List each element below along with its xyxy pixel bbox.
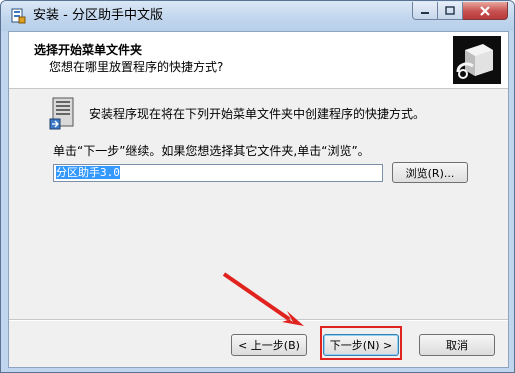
installer-app-icon xyxy=(11,8,26,24)
wizard-header: 选择开始菜单文件夹 您想在哪里放置程序的快捷方式? xyxy=(9,32,508,89)
installer-window: 安装 - 分区助手中文版 选择开始菜单文件夹 您想在哪里放置程序的快捷方式? 安… xyxy=(0,0,515,373)
next-button-highlight-box xyxy=(320,326,402,360)
wizard-header-image xyxy=(453,36,501,84)
browse-button[interactable]: 浏览(R)... xyxy=(392,162,468,183)
back-button[interactable]: < 上一步(B) xyxy=(231,334,307,356)
maximize-icon xyxy=(445,6,455,15)
instruction-text: 单击“下一步”继续。如果您想选择其它文件夹,单击“浏览”。 xyxy=(53,144,370,158)
window-controls xyxy=(412,2,508,21)
minimize-icon xyxy=(421,11,429,14)
start-menu-folder-input[interactable]: 分区助手3.0 xyxy=(53,164,383,182)
cancel-button[interactable]: 取消 xyxy=(419,334,495,356)
wizard-content: 选择开始菜单文件夹 您想在哪里放置程序的快捷方式? 安装程序现在将在下列开始菜单… xyxy=(8,31,509,368)
title-bar[interactable]: 安装 - 分区助手中文版 xyxy=(1,1,514,31)
page-subtitle: 您想在哪里放置程序的快捷方式? xyxy=(49,60,224,74)
maximize-button[interactable] xyxy=(438,2,463,20)
page-title: 选择开始菜单文件夹 xyxy=(34,43,143,57)
close-icon xyxy=(480,5,490,16)
close-button[interactable] xyxy=(463,2,508,20)
program-folder-icon xyxy=(49,97,74,130)
window-title: 安装 - 分区助手中文版 xyxy=(33,8,163,23)
description-text: 安装程序现在将在下列开始菜单文件夹中创建程序的快捷方式。 xyxy=(89,107,426,121)
minimize-button[interactable] xyxy=(412,2,438,20)
button-area-divider xyxy=(9,319,508,321)
folder-input-value: 分区助手3.0 xyxy=(56,166,120,179)
